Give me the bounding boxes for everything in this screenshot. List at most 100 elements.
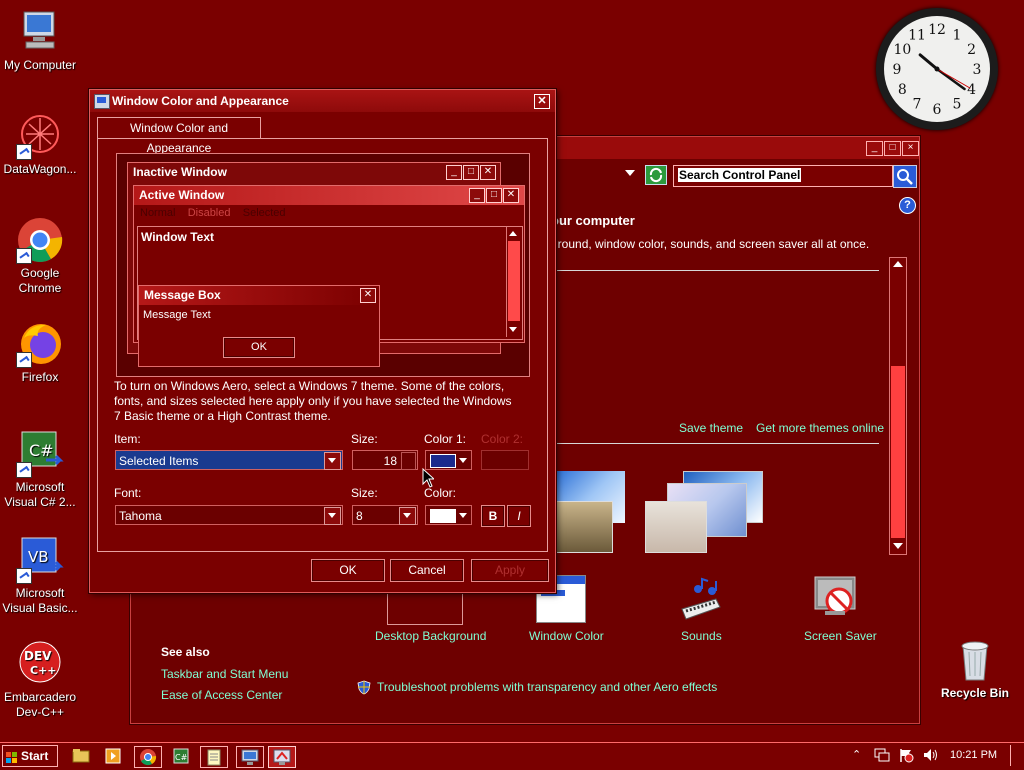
- desktop-icon-devcpp[interactable]: DEV C++ Embarcadero Dev-C++: [0, 640, 80, 720]
- chevron-down-icon[interactable]: [459, 513, 467, 518]
- window-color-link[interactable]: Window Color: [529, 629, 604, 643]
- clock-number: 8: [898, 82, 907, 98]
- search-input[interactable]: Search Control Panel: [673, 165, 893, 187]
- close-button[interactable]: ×: [902, 141, 919, 156]
- preview-active-title: Active Window: [134, 186, 524, 205]
- menu-normal: Normal: [140, 207, 176, 219]
- sounds-link[interactable]: Sounds: [681, 629, 722, 643]
- get-more-themes-link[interactable]: Get more themes online: [756, 421, 884, 435]
- desktop-icon-recycle-bin[interactable]: Recycle Bin: [935, 636, 1015, 701]
- mouse-cursor-icon: [422, 467, 436, 488]
- desktop-icon-visual-basic[interactable]: VB Microsoft Visual Basic...: [0, 536, 80, 616]
- spinner-arrows-icon[interactable]: [401, 452, 416, 470]
- close-icon: ✕: [480, 165, 496, 180]
- scrollbar-thumb[interactable]: [891, 366, 905, 538]
- window-color-appearance-dialog[interactable]: Window Color and Appearance ✕ Window Col…: [89, 89, 556, 593]
- desktop-icon-label: Embarcadero Dev-C++: [3, 690, 77, 719]
- scroll-up-arrow[interactable]: [893, 261, 903, 267]
- close-icon: ✕: [503, 188, 519, 203]
- color2-label: Color 2:: [481, 432, 524, 446]
- visual-basic-icon: VB: [16, 536, 64, 584]
- desktop-icon-my-computer[interactable]: My Computer: [0, 8, 80, 73]
- dialog-app-icon: [94, 94, 110, 109]
- color1-picker[interactable]: [425, 450, 472, 470]
- desktop-icon-label: DataWagon...: [3, 162, 77, 176]
- address-dropdown-icon[interactable]: [625, 170, 635, 176]
- volume-icon[interactable]: [922, 747, 938, 763]
- scroll-down-arrow[interactable]: [893, 543, 903, 549]
- dialog-titlebar[interactable]: Window Color and Appearance ✕: [90, 90, 555, 112]
- action-center-flag-icon[interactable]: [898, 747, 914, 763]
- chevron-down-icon[interactable]: [459, 458, 467, 463]
- color1-swatch: [430, 454, 456, 468]
- item-select[interactable]: Selected Items: [115, 450, 343, 470]
- screen-saver-link[interactable]: Screen Saver: [804, 629, 877, 643]
- start-label: Start: [21, 749, 49, 763]
- theme-thumbnail-landscape[interactable]: [551, 471, 627, 553]
- help-icon[interactable]: ?: [899, 197, 916, 214]
- size-spinner[interactable]: 18: [352, 450, 418, 470]
- refresh-icon[interactable]: [645, 165, 667, 185]
- themes-top-divider: [551, 270, 879, 271]
- firefox-icon: [16, 320, 64, 368]
- preview-ok-button: OK: [223, 337, 295, 358]
- font-select[interactable]: Tahoma: [115, 505, 343, 525]
- search-icon[interactable]: [893, 165, 917, 188]
- clock-number: 10: [893, 42, 911, 58]
- close-icon: ✕: [360, 288, 376, 303]
- clock-gadget[interactable]: 12 1 2 3 4 5 6 7 8 9 10 11: [876, 8, 998, 130]
- font-size-value: 8: [356, 509, 363, 523]
- chevron-down-icon[interactable]: [399, 507, 416, 525]
- chevron-down-icon[interactable]: [324, 452, 341, 470]
- media-player-taskbar-icon[interactable]: [100, 746, 126, 766]
- show-desktop-button[interactable]: [1010, 745, 1023, 766]
- font-size-label: Size:: [351, 486, 378, 500]
- cancel-button[interactable]: Cancel: [390, 559, 464, 582]
- desktop-icon-google-chrome[interactable]: Google Chrome: [0, 216, 80, 296]
- clock-number: 1: [953, 27, 962, 43]
- minimize-button[interactable]: _: [866, 141, 883, 156]
- tab-window-color-appearance[interactable]: Window Color and Appearance: [97, 117, 261, 155]
- font-select-value: Tahoma: [119, 509, 162, 523]
- italic-button[interactable]: I: [507, 505, 531, 527]
- desktop-background-link[interactable]: Desktop Background: [375, 629, 486, 643]
- save-theme-link[interactable]: Save theme: [679, 421, 743, 435]
- ok-button[interactable]: OK: [311, 559, 385, 582]
- dialog-close-button[interactable]: ✕: [534, 94, 550, 109]
- ease-of-access-link[interactable]: Ease of Access Center: [161, 688, 282, 702]
- taskbar-start-menu-link[interactable]: Taskbar and Start Menu: [161, 667, 288, 681]
- control-panel-taskbar-icon[interactable]: [268, 746, 296, 768]
- sounds-icon[interactable]: [676, 577, 724, 621]
- network-tray-icon[interactable]: [874, 748, 890, 762]
- aero-info-text: To turn on Windows Aero, select a Window…: [114, 379, 512, 423]
- preview-menu-bar: Normal Disabled Selected: [140, 207, 286, 219]
- desktop-icon-datawagon[interactable]: DataWagon...: [0, 112, 80, 177]
- apply-button[interactable]: Apply: [471, 559, 549, 582]
- font-label: Font:: [114, 486, 142, 500]
- themes-scrollbar[interactable]: [889, 257, 907, 555]
- theme-thumbnail-flowers[interactable]: [645, 471, 765, 553]
- maximize-button[interactable]: □: [884, 141, 901, 156]
- start-button[interactable]: Start: [2, 745, 58, 767]
- desktop-icon-visual-csharp[interactable]: C# Microsoft Visual C# 2...: [0, 430, 80, 510]
- remote-desktop-taskbar-icon[interactable]: [236, 746, 264, 768]
- font-size-select[interactable]: 8: [352, 505, 418, 525]
- chrome-taskbar-icon[interactable]: [134, 746, 162, 768]
- tray-chevron-icon[interactable]: ⌃: [852, 748, 864, 762]
- explorer-taskbar-icon[interactable]: [68, 746, 94, 766]
- appearance-preview: Inactive Window _ □ ✕ Active Window _ □ …: [116, 153, 530, 377]
- desktop-icon-firefox[interactable]: Firefox: [0, 320, 80, 385]
- screen-saver-icon[interactable]: [813, 575, 861, 621]
- svg-text:C#: C#: [175, 753, 188, 762]
- maximize-icon: □: [486, 188, 502, 203]
- visual-csharp-taskbar-icon[interactable]: C#: [168, 746, 194, 766]
- taskbar-clock[interactable]: 10:21 PM: [950, 749, 997, 761]
- bold-button[interactable]: B: [481, 505, 505, 527]
- preview-message-text: Message Text: [143, 309, 211, 321]
- font-color-picker[interactable]: [425, 505, 472, 525]
- minimize-icon: _: [469, 188, 485, 203]
- chevron-down-icon[interactable]: [324, 507, 341, 525]
- item-label: Item:: [114, 432, 141, 446]
- notepad-taskbar-icon[interactable]: [200, 746, 228, 768]
- troubleshoot-link[interactable]: Troubleshoot problems with transparency …: [377, 680, 717, 694]
